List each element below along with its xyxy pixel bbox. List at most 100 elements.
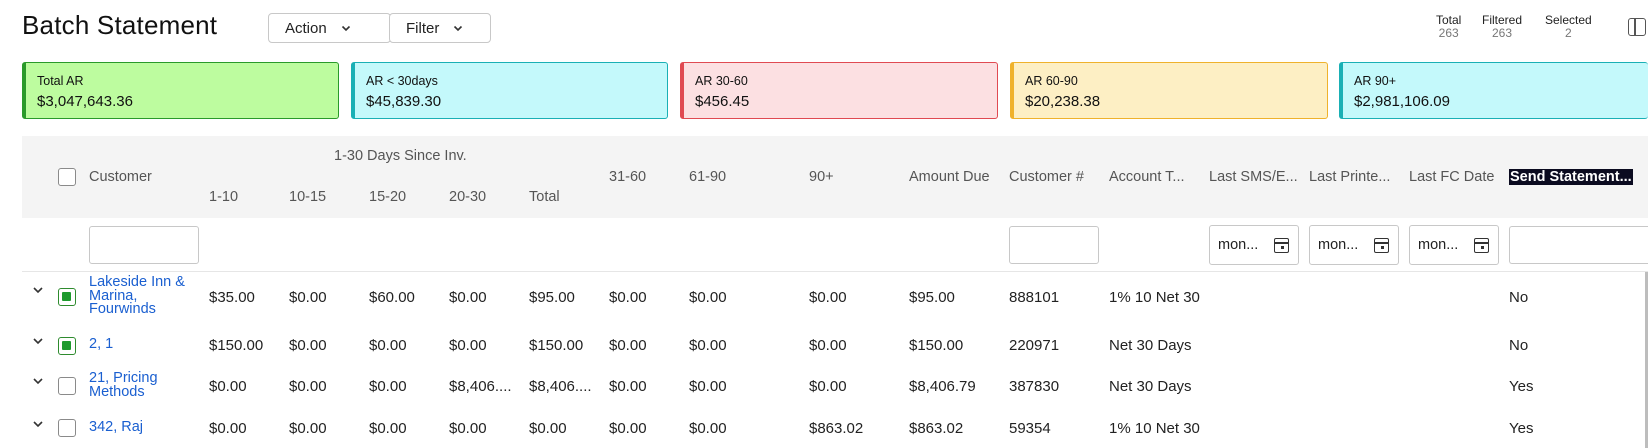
row-checkbox[interactable] [58, 337, 76, 355]
cell-account-terms: Net 30 Days [1109, 337, 1192, 354]
cell-20-30: $0.00 [449, 337, 487, 354]
cell-account-terms: 1% 10 Net 30 [1109, 420, 1200, 437]
send-statement-filter-input[interactable] [1509, 226, 1648, 264]
card-ar-under-30[interactable]: AR < 30days $45,839.30 [351, 62, 668, 119]
cell-31-60: $0.00 [609, 420, 647, 437]
customer-number-filter-input[interactable] [1009, 226, 1099, 264]
cell-15-20: $0.00 [369, 420, 407, 437]
card-ar-90-plus[interactable]: AR 90+ $2,981,106.09 [1339, 62, 1648, 119]
cell-send-statement: Yes [1509, 420, 1534, 437]
cell-15-20: $60.00 [369, 289, 415, 306]
cell-amount-due: $95.00 [909, 289, 955, 306]
cell-amount-due: $863.02 [909, 420, 964, 437]
col-90-plus[interactable]: 90+ [809, 169, 834, 185]
cell-90-plus: $0.00 [809, 337, 847, 354]
cell-20-30: $8,406.... [449, 378, 512, 395]
col-amount-due[interactable]: Amount Due [909, 169, 990, 185]
last-printed-date-filter[interactable]: mon... [1309, 225, 1399, 265]
col-total[interactable]: Total [529, 189, 560, 205]
cell-90-plus: $0.00 [809, 289, 847, 306]
last-sms-date-filter[interactable]: mon... [1209, 225, 1299, 265]
col-last-sms-email[interactable]: Last SMS/E... [1209, 169, 1298, 185]
cell-20-30: $0.00 [449, 289, 487, 306]
chevron-down-icon[interactable] [32, 335, 44, 347]
chevron-down-icon [454, 25, 463, 32]
cell-send-statement: No [1509, 337, 1529, 354]
filter-dropdown-button[interactable]: Filter [389, 13, 491, 43]
calendar-icon[interactable] [1274, 238, 1289, 253]
col-15-20[interactable]: 15-20 [369, 189, 406, 205]
cell-send-statement: Yes [1509, 378, 1534, 395]
chevron-down-icon [341, 25, 350, 32]
cell-31-60: $0.00 [609, 378, 647, 395]
card-total-ar[interactable]: Total AR $3,047,643.36 [22, 62, 339, 119]
table-row[interactable]: Lakeside Inn & Marina, Fourwinds $35.00 … [22, 272, 1648, 324]
cell-1-10: $150.00 [209, 337, 264, 354]
stat-total: Total 263 [1436, 13, 1462, 40]
cell-90-plus: $0.00 [809, 378, 847, 395]
customer-link[interactable]: Lakeside Inn & Marina, Fourwinds [89, 275, 199, 317]
customer-link[interactable]: 2, 1 [89, 337, 199, 352]
filter-row: mon... mon... mon... [22, 218, 1648, 272]
cell-total: $0.00 [529, 420, 567, 437]
action-button-label: Action [285, 19, 327, 37]
col-31-60[interactable]: 31-60 [609, 169, 646, 185]
cell-15-20: $0.00 [369, 378, 407, 395]
table-header: Customer 1-30 Days Since Inv. 1-10 10-15… [22, 136, 1648, 218]
cell-total: $8,406.... [529, 378, 592, 395]
last-fc-date-filter[interactable]: mon... [1409, 225, 1499, 265]
customer-link[interactable]: 21, Pricing Methods [89, 371, 199, 399]
cell-10-15: $0.00 [289, 289, 327, 306]
cell-customer-number: 59354 [1009, 420, 1051, 437]
calendar-icon[interactable] [1474, 238, 1489, 253]
cell-20-30: $0.00 [449, 420, 487, 437]
col-account-terms[interactable]: Account T... [1109, 169, 1185, 185]
col-customer[interactable]: Customer [89, 169, 152, 185]
col-20-30[interactable]: 20-30 [449, 189, 486, 205]
card-ar-60-90[interactable]: AR 60-90 $20,238.38 [1010, 62, 1328, 119]
table-row[interactable]: 2, 1 $150.00 $0.00 $0.00 $0.00 $150.00 $… [22, 324, 1648, 364]
cell-15-20: $0.00 [369, 337, 407, 354]
card-ar-30-60[interactable]: AR 30-60 $456.45 [680, 62, 998, 119]
row-checkbox[interactable] [58, 288, 76, 306]
cell-90-plus: $863.02 [809, 420, 864, 437]
action-dropdown-button[interactable]: Action [268, 13, 391, 43]
col-10-15[interactable]: 10-15 [289, 189, 326, 205]
column-layout-icon[interactable] [1628, 18, 1646, 36]
cell-61-90: $0.00 [689, 337, 727, 354]
cell-1-10: $0.00 [209, 420, 247, 437]
calendar-icon[interactable] [1374, 238, 1389, 253]
col-1-10[interactable]: 1-10 [209, 189, 238, 205]
row-checkbox[interactable] [58, 377, 76, 395]
cell-1-10: $0.00 [209, 378, 247, 395]
col-customer-number[interactable]: Customer # [1009, 169, 1084, 185]
customer-link[interactable]: 342, Raj [89, 420, 199, 435]
cell-61-90: $0.00 [689, 420, 727, 437]
cell-customer-number: 220971 [1009, 337, 1060, 354]
cell-10-15: $0.00 [289, 378, 327, 395]
cell-61-90: $0.00 [689, 289, 727, 306]
select-all-checkbox[interactable] [58, 168, 76, 186]
chevron-down-icon[interactable] [32, 284, 44, 296]
cell-amount-due: $8,406.79 [909, 378, 976, 395]
col-last-printed[interactable]: Last Printe... [1309, 169, 1390, 185]
col-group-1-30-days: 1-30 Days Since Inv. [334, 148, 467, 164]
table-row[interactable]: 342, Raj $0.00 $0.00 $0.00 $0.00 $0.00 $… [22, 406, 1648, 448]
customer-filter-input[interactable] [89, 226, 199, 264]
table-row[interactable]: 21, Pricing Methods $0.00 $0.00 $0.00 $8… [22, 364, 1648, 406]
cell-account-terms: Net 30 Days [1109, 378, 1192, 395]
cell-customer-number: 888101 [1009, 289, 1060, 306]
cell-send-statement: No [1509, 289, 1529, 306]
col-61-90[interactable]: 61-90 [689, 169, 726, 185]
cell-account-terms: 1% 10 Net 30 [1109, 289, 1200, 306]
chevron-down-icon[interactable] [32, 418, 44, 430]
cell-31-60: $0.00 [609, 337, 647, 354]
col-last-fc-date[interactable]: Last FC Date [1409, 169, 1494, 185]
cell-total: $150.00 [529, 337, 584, 354]
chevron-down-icon[interactable] [32, 375, 44, 387]
col-send-statement[interactable]: Send Statement... [1509, 169, 1633, 185]
cell-customer-number: 387830 [1009, 378, 1060, 395]
row-checkbox[interactable] [58, 419, 76, 437]
cell-10-15: $0.00 [289, 420, 327, 437]
cell-total: $95.00 [529, 289, 575, 306]
